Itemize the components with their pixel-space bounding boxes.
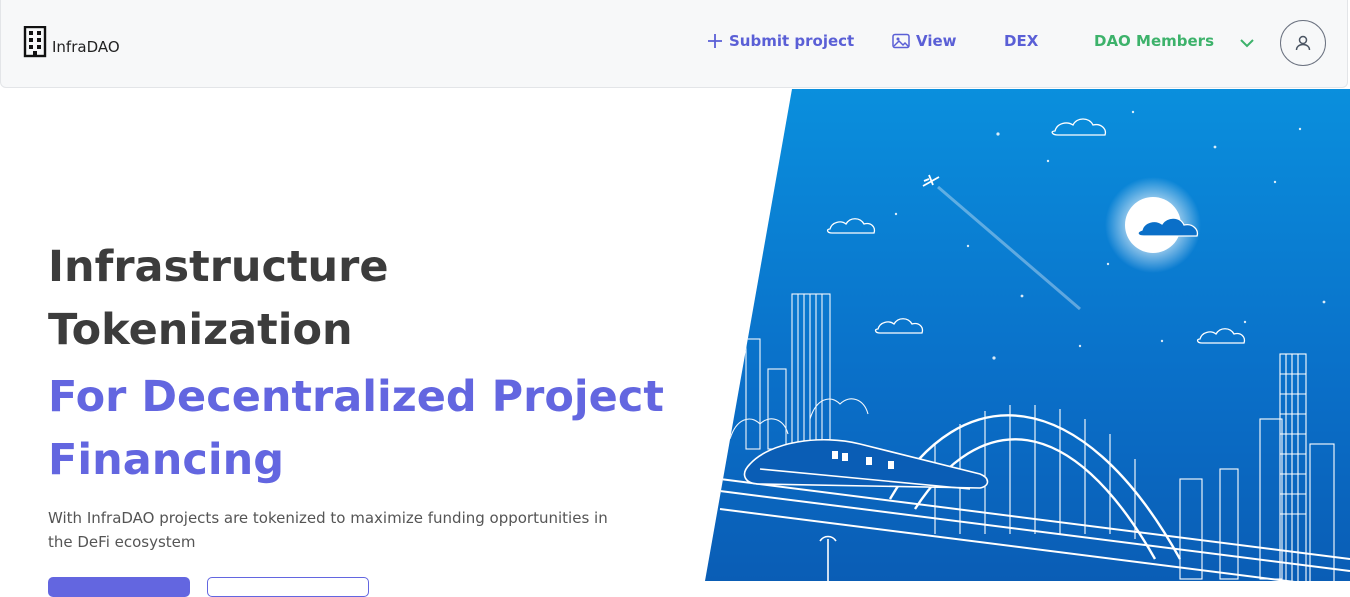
logo[interactable]: InfraDAO bbox=[23, 26, 120, 58]
logo-text: InfraDAO bbox=[52, 38, 120, 56]
submit-project-link[interactable]: Submit project bbox=[707, 32, 854, 50]
dex-link[interactable]: DEX bbox=[1004, 32, 1038, 50]
hero-subtitle: For Decentralized Project Financing bbox=[48, 366, 688, 492]
hero-description: With InfraDAO projects are tokenized to … bbox=[48, 509, 608, 551]
secondary-cta-button[interactable] bbox=[207, 577, 369, 597]
user-icon bbox=[1295, 35, 1311, 51]
hero-title-line1: Infrastructure bbox=[48, 242, 389, 292]
user-avatar-button[interactable] bbox=[1280, 20, 1326, 66]
primary-cta-button[interactable] bbox=[48, 577, 190, 597]
view-label: View bbox=[916, 32, 957, 50]
dao-members-label: DAO Members bbox=[1094, 32, 1214, 50]
hero-subtitle-line1: For Decentralized Project bbox=[48, 372, 664, 422]
hero-subtitle-line2: Financing bbox=[48, 435, 284, 485]
submit-project-label: Submit project bbox=[729, 32, 855, 50]
chevron-down-icon[interactable] bbox=[1239, 37, 1255, 49]
dao-members-link[interactable]: DAO Members bbox=[1094, 32, 1214, 50]
dex-label: DEX bbox=[1004, 32, 1039, 50]
plus-icon bbox=[708, 34, 722, 48]
hero-title-line2: Tokenization bbox=[48, 305, 353, 355]
view-link[interactable]: View bbox=[892, 32, 957, 50]
image-icon bbox=[892, 33, 910, 49]
top-navbar: InfraDAO Submit project View DEX DAO Mem… bbox=[0, 0, 1348, 88]
city-bridge-illustration bbox=[705, 89, 1350, 581]
building-icon bbox=[23, 26, 47, 58]
hero-title: Infrastructure Tokenization bbox=[48, 236, 389, 362]
